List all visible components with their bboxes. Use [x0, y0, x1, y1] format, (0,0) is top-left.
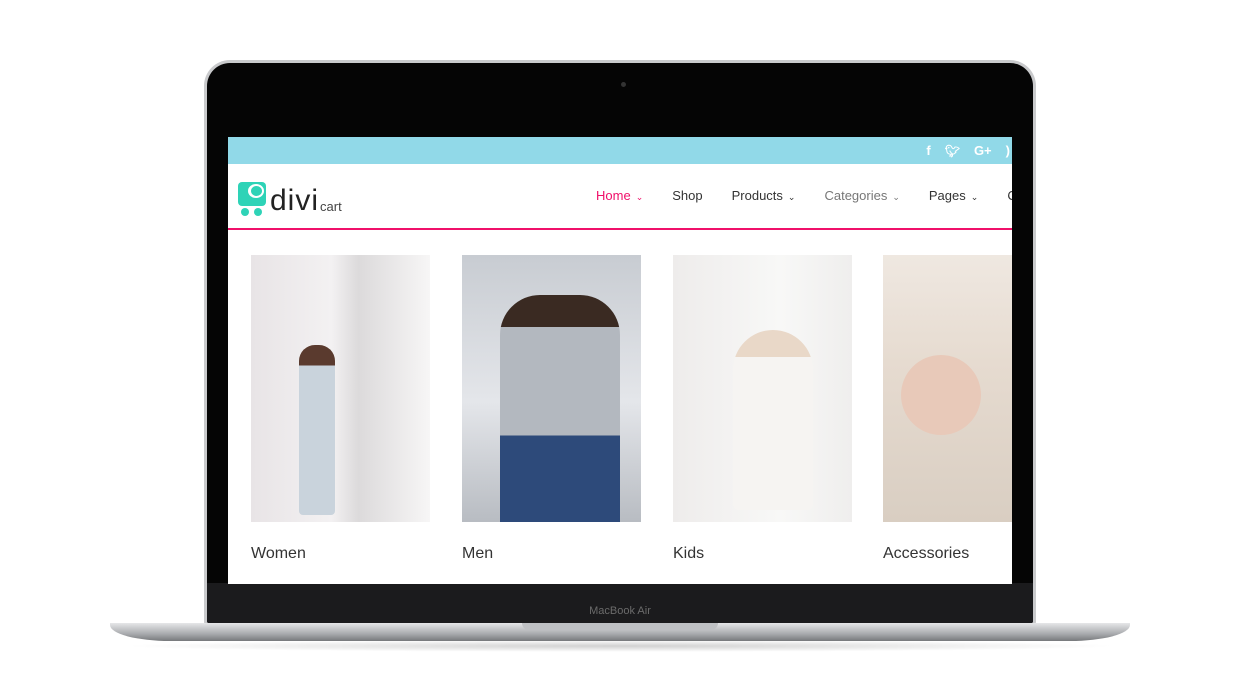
cart-logo-icon: [238, 182, 268, 216]
nav-label: Products: [731, 188, 783, 203]
nav-item-shop[interactable]: Shop: [672, 188, 702, 203]
rss-icon[interactable]: ): [1006, 143, 1010, 158]
laptop-shadow: [120, 640, 1120, 652]
category-card-women[interactable]: Women: [251, 255, 430, 563]
google-plus-icon[interactable]: G+: [974, 143, 992, 158]
logo-text: divi: [270, 184, 320, 217]
twitter-icon[interactable]: 🐦︎: [945, 144, 960, 158]
nav-item-home[interactable]: Home ⌄: [596, 188, 643, 203]
laptop-chin: MacBook Air: [207, 583, 1033, 623]
site-logo[interactable]: divi cart: [238, 182, 342, 216]
category-label[interactable]: Men: [462, 545, 641, 563]
nav-item-pages[interactable]: Pages ⌄: [929, 188, 978, 203]
chevron-down-icon: ⌄: [787, 192, 796, 202]
website-screen: f 🐦︎ G+ ) divi cart Home ⌄ Shop Products ⌄ Ca…: [228, 137, 1012, 584]
category-card-men[interactable]: Men: [462, 255, 641, 563]
nav-label: Shop: [672, 188, 703, 203]
category-label[interactable]: Women: [251, 545, 430, 563]
social-topbar: f 🐦︎ G+ ): [228, 137, 1012, 164]
nav-label: Categories: [824, 188, 888, 203]
site-header: divi cart Home ⌄ Shop Products ⌄ Categories ⌄ P…: [228, 164, 1012, 230]
nav-label: C: [1007, 188, 1012, 203]
logo-subtext: cart: [320, 199, 342, 214]
category-card-accessories[interactable]: Accessories: [883, 255, 1012, 563]
nav-item-categories[interactable]: Categories ⌄: [824, 188, 899, 203]
nav-item-c[interactable]: C: [1007, 188, 1012, 203]
accessories-image[interactable]: [883, 255, 1012, 522]
nav-item-products[interactable]: Products ⌄: [732, 188, 796, 203]
main-nav: Home ⌄ Shop Products ⌄ Categories ⌄ Pages ⌄ C: [596, 188, 1012, 203]
laptop-base: [110, 623, 1130, 641]
chevron-down-icon: ⌄: [970, 192, 979, 202]
category-label[interactable]: Accessories: [883, 545, 1012, 563]
chevron-down-icon: ⌄: [892, 192, 900, 202]
chevron-down-icon: ⌄: [635, 192, 644, 202]
category-card-kids[interactable]: Kids: [673, 255, 852, 563]
nav-label: Home: [596, 188, 631, 203]
camera-icon: [621, 82, 626, 87]
women-image[interactable]: [251, 255, 430, 522]
facebook-icon[interactable]: f: [926, 143, 930, 158]
kids-image[interactable]: [673, 255, 852, 522]
device-brand: MacBook Air: [589, 605, 651, 617]
category-label[interactable]: Kids: [673, 545, 852, 563]
nav-label: Pages: [928, 188, 966, 203]
base-notch: [522, 623, 718, 630]
men-image[interactable]: [462, 255, 641, 522]
